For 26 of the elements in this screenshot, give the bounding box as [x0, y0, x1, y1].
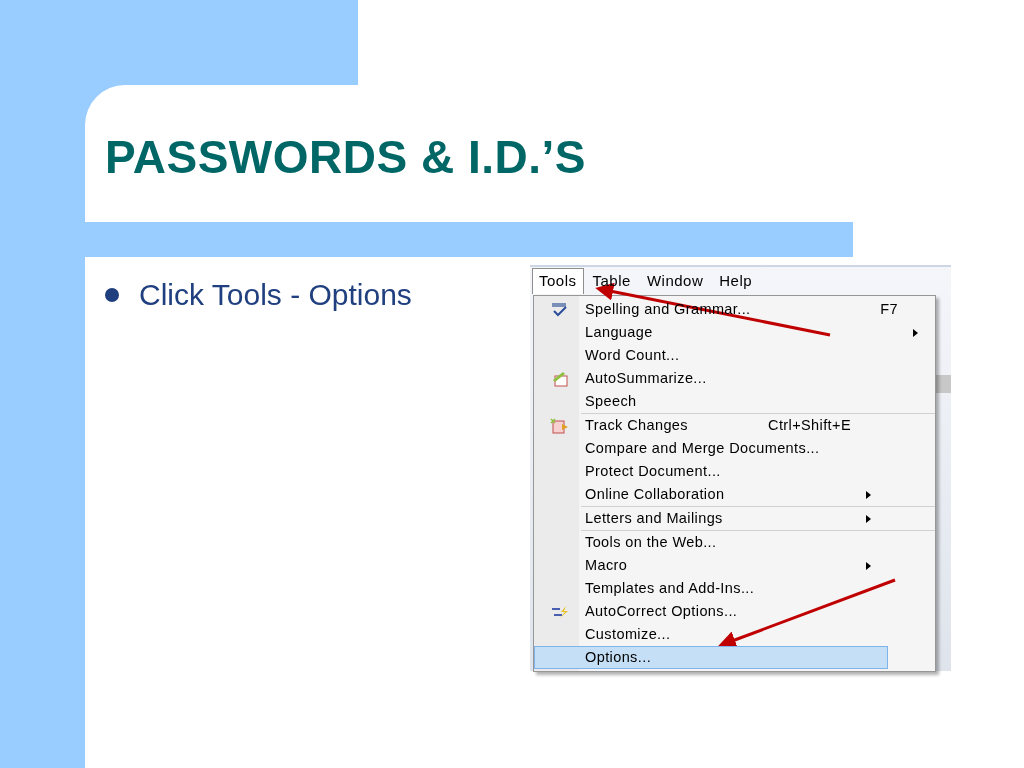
menu-item[interactable]: Tools on the Web...	[534, 531, 888, 554]
menu-item[interactable]: Customize...	[534, 623, 888, 646]
menu-item[interactable]: Macro	[534, 554, 888, 577]
menu-item[interactable]: Speech	[534, 390, 935, 413]
menu-item[interactable]: Templates and Add-Ins...	[534, 577, 888, 600]
slide-title: PASSWORDS & I.D.’S	[105, 130, 586, 185]
menu-bar-item[interactable]: Table	[585, 268, 638, 294]
menu-item[interactable]: Letters and Mailings	[534, 507, 888, 530]
menu-bar-item[interactable]: Tools	[532, 268, 584, 294]
menu-bar-item[interactable]: Window	[639, 268, 711, 294]
menu-item[interactable]: Online Collaboration	[534, 483, 888, 506]
menu-item[interactable]: Language	[534, 321, 935, 344]
spell-check-icon	[551, 301, 569, 318]
shortcut-label: F7	[880, 299, 898, 319]
document-pencil-icon	[551, 370, 569, 387]
menu-bar-item[interactable]: Help	[712, 268, 760, 294]
document-pencil-icon	[550, 417, 570, 434]
menu-item[interactable]: Track Changes Ctrl+Shift+E	[534, 414, 888, 437]
menu-item[interactable]: Word Count...	[534, 344, 935, 367]
menu-item[interactable]: Protect Document...	[534, 460, 888, 483]
shortcut-label: Ctrl+Shift+E	[768, 415, 851, 435]
menu-item[interactable]: Compare and Merge Documents...	[534, 437, 888, 460]
menu-item[interactable]: AutoCorrect Options...	[534, 600, 888, 623]
bullet-text: Click Tools - Options	[139, 277, 412, 313]
menu-item[interactable]: AutoSummarize...	[534, 367, 935, 390]
menu-item[interactable]: Options...	[534, 646, 888, 669]
